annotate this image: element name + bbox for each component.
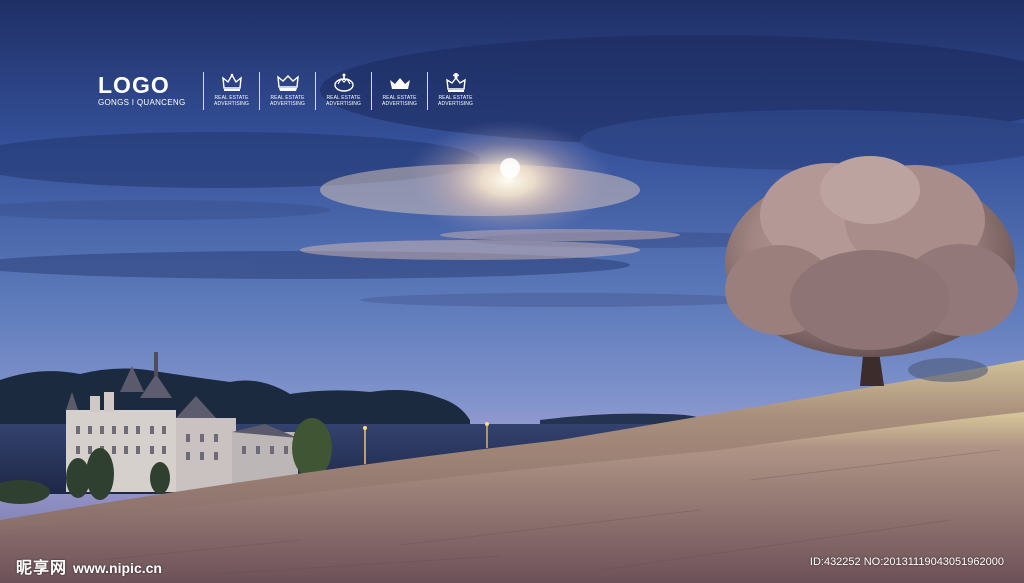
crown-icon (276, 75, 299, 91)
crown-icon (333, 73, 354, 92)
brand-logo: LOGO GONGS I QUANCENG (98, 72, 186, 108)
badge: REAL ESTATE ADVERTISING (203, 72, 259, 110)
watermark-id: ID:432252 NO:20131119043051962000 (809, 556, 1004, 568)
watermark-brand: 昵享网 www.nipic.cn (16, 554, 162, 578)
badge-label: REAL ESTATE ADVERTISING (438, 95, 473, 107)
poster-scene: LOGO GONGS I QUANCENG REAL ESTATE ADVERTI… (0, 0, 1024, 583)
badge-label: REAL ESTATE ADVERTISING (214, 95, 249, 107)
watermark-brand-name: 昵享网 (16, 558, 68, 577)
badge-label: REAL ESTATE ADVERTISING (382, 95, 417, 107)
badge-row: REAL ESTATE ADVERTISING REAL ESTATE ADVERT… (203, 72, 483, 110)
badge: REAL ESTATE ADVERTISING (371, 72, 427, 110)
crown-icon (445, 73, 466, 92)
badge-label: REAL ESTATE ADVERTISING (326, 95, 361, 107)
badge: REAL ESTATE ADVERTISING (315, 72, 371, 110)
logo-subtitle: GONGS I QUANCENG (98, 98, 186, 107)
badge-label: REAL ESTATE ADVERTISING (270, 95, 305, 107)
moon-glow (403, 120, 613, 240)
badge: REAL ESTATE ADVERTISING (259, 72, 315, 110)
crown-icon (389, 78, 410, 89)
crown-icon (221, 73, 242, 91)
watermark-url: www.nipic.cn (73, 560, 162, 576)
badge: REAL ESTATE ADVERTISING (427, 72, 483, 110)
logo-title: LOGO (98, 72, 170, 98)
